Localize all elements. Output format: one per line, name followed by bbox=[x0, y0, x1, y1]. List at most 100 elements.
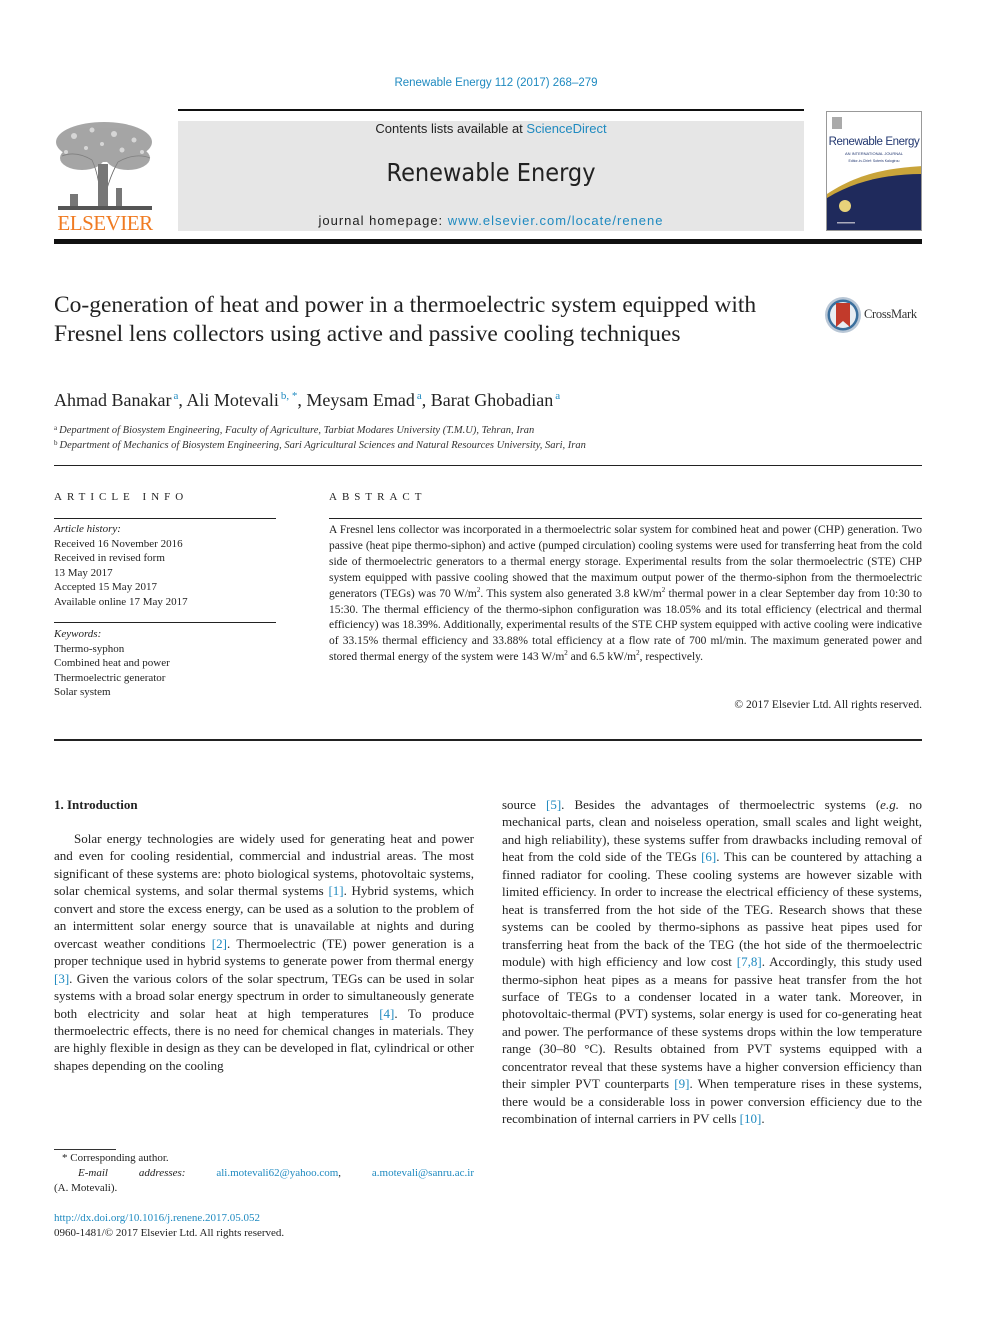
journal-title: Renewable Energy bbox=[386, 158, 596, 187]
article-info-heading: ARTICLE INFO bbox=[54, 491, 189, 503]
cover-subtitle: AN INTERNATIONAL JOURNAL bbox=[844, 151, 903, 156]
citation-link[interactable]: [3] bbox=[54, 971, 69, 986]
abstract-text: and 6.5 kW/m bbox=[567, 651, 637, 664]
crossmark-label: CrossMark bbox=[864, 307, 917, 321]
keyword: Thermoelectric generator bbox=[54, 671, 166, 684]
author-separator: , bbox=[421, 390, 431, 410]
journal-masthead: Contents lists available at ScienceDirec… bbox=[178, 121, 804, 231]
body-text: . Accordingly, this study used thermo-si… bbox=[502, 954, 923, 1092]
citation-link[interactable]: [7,8] bbox=[737, 954, 762, 969]
doi-block: http://dx.doi.org/10.1016/j.renene.2017.… bbox=[54, 1211, 284, 1241]
crossmark-button[interactable]: CrossMark bbox=[824, 296, 924, 334]
crossmark-icon bbox=[825, 297, 861, 333]
doi-link[interactable]: http://dx.doi.org/10.1016/j.renene.2017.… bbox=[54, 1211, 284, 1226]
body-text: e.g. bbox=[880, 797, 899, 812]
contents-line: Contents lists available at ScienceDirec… bbox=[178, 121, 804, 136]
author-affiliation-marker[interactable]: b, * bbox=[281, 390, 298, 402]
body-text: . This can be countered by attaching a f… bbox=[502, 849, 923, 970]
keyword: Combined heat and power bbox=[54, 657, 170, 669]
author-name: Ahmad Banakar bbox=[54, 390, 172, 410]
author-name: Ali Motevali bbox=[186, 390, 279, 410]
abstract-body: A Fresnel lens collector was incorporate… bbox=[329, 523, 922, 666]
email-owner: (A. Motevali). bbox=[54, 1182, 118, 1194]
citation-link[interactable]: [5] bbox=[546, 797, 561, 812]
abstract-text: . This system also generated 3.8 kW/m bbox=[480, 587, 662, 600]
elsevier-logo[interactable]: ELSEVIER bbox=[52, 118, 158, 236]
abstract-text: , respectively. bbox=[639, 651, 704, 664]
homepage-line: journal homepage: www.elsevier.com/locat… bbox=[178, 213, 804, 228]
email-label: addresses: bbox=[138, 1167, 186, 1179]
author[interactable]: Ahmad Banakar a bbox=[54, 390, 178, 410]
sciencedirect-link[interactable]: ScienceDirect bbox=[526, 121, 606, 136]
footnote: * Corresponding author. E-mail addresses… bbox=[54, 1151, 474, 1196]
header-bottom-rule bbox=[54, 239, 922, 244]
article-info-rule bbox=[54, 518, 276, 519]
cover-title: Renewable Energy bbox=[828, 136, 920, 148]
section-divider bbox=[54, 465, 922, 466]
citation-link[interactable]: [4] bbox=[379, 1006, 394, 1021]
keywords-list: Keywords: Thermo-syphon Combined heat an… bbox=[54, 627, 170, 700]
history-item: Received in revised form bbox=[54, 552, 165, 564]
article-history-label: Article history: bbox=[54, 523, 121, 535]
email-link[interactable]: ali.motevali62@yahoo.com bbox=[216, 1167, 338, 1179]
affiliation-marker: b bbox=[54, 439, 58, 447]
author[interactable]: Barat Ghobadian a bbox=[431, 390, 560, 410]
affiliation-b: b Department of Mechanics of Biosystem En… bbox=[54, 439, 586, 451]
email-separator: , bbox=[338, 1167, 342, 1179]
footnote-rule bbox=[54, 1149, 116, 1150]
citation-link[interactable]: [10] bbox=[740, 1111, 762, 1126]
author-list: Ahmad Banakar a, Ali Motevali b, *, Meysam… bbox=[54, 390, 560, 411]
contents-prefix: Contents lists available at bbox=[375, 121, 527, 136]
email-1: ali.motevali62@yahoo.com, bbox=[216, 1166, 341, 1181]
history-item: Available online 17 May 2017 bbox=[54, 595, 188, 608]
cover-editor: Editor-in-Chief: Soteris Kalogirou bbox=[848, 159, 900, 163]
elsevier-tree-icon bbox=[56, 122, 152, 211]
author-name: Meysam Emad bbox=[306, 390, 415, 410]
issn-copyright: 0960-1481/© 2017 Elsevier Ltd. All right… bbox=[54, 1227, 285, 1239]
citation-link[interactable]: [9] bbox=[674, 1076, 689, 1091]
affiliation-marker: a bbox=[54, 424, 58, 432]
paragraph: source [5]. Besides the advantages of th… bbox=[502, 796, 922, 1128]
keyword: Solar system bbox=[54, 686, 111, 698]
author[interactable]: Meysam Emad a bbox=[306, 390, 421, 410]
abstract-heading: ABSTRACT bbox=[329, 491, 427, 503]
citation-link[interactable]: [1] bbox=[328, 883, 343, 898]
email-label: E-mail bbox=[78, 1167, 108, 1179]
body-text: . Besides the advantages of thermoelectr… bbox=[561, 797, 881, 812]
author-affiliation-marker[interactable]: a bbox=[555, 390, 560, 402]
keywords-label: Keywords: bbox=[54, 628, 102, 640]
keyword: Thermo-syphon bbox=[54, 642, 125, 655]
history-item: Received 16 November 2016 bbox=[54, 537, 183, 550]
body-column-right: source [5]. Besides the advantages of th… bbox=[502, 796, 922, 1128]
cover-wave-graphic bbox=[827, 166, 921, 230]
section-heading-introduction: 1. Introduction bbox=[54, 797, 138, 812]
body-divider bbox=[54, 739, 922, 741]
email-row: E-mail addresses: ali.motevali62@yahoo.c… bbox=[54, 1166, 474, 1181]
affiliation-text: Department of Mechanics of Biosystem Eng… bbox=[59, 440, 586, 451]
homepage-link[interactable]: www.elsevier.com/locate/renene bbox=[448, 213, 664, 228]
author[interactable]: Ali Motevali b, * bbox=[186, 390, 297, 410]
affiliation-text: Department of Biosystem Engineering, Fac… bbox=[59, 425, 535, 436]
abstract-copyright: © 2017 Elsevier Ltd. All rights reserved… bbox=[734, 699, 922, 711]
history-item: Accepted 15 May 2017 bbox=[54, 581, 157, 593]
email-link[interactable]: a.motevali@sanru.ac.ir bbox=[372, 1166, 474, 1181]
corresponding-author-note: * Corresponding author. bbox=[62, 1152, 169, 1164]
article-history: Article history: Received 16 November 20… bbox=[54, 522, 188, 609]
cover-publisher-logo bbox=[832, 117, 842, 129]
elsevier-wordmark: ELSEVIER bbox=[57, 211, 153, 235]
body-text: source bbox=[502, 797, 546, 812]
citation-link[interactable]: [6] bbox=[701, 849, 716, 864]
journal-reference-link[interactable]: Renewable Energy 112 (2017) 268–279 bbox=[0, 77, 992, 89]
author-name: Barat Ghobadian bbox=[430, 390, 554, 410]
homepage-prefix: journal homepage: bbox=[318, 213, 448, 228]
paragraph: Solar energy technologies are widely use… bbox=[54, 830, 474, 1074]
citation-link[interactable]: [2] bbox=[212, 936, 227, 951]
abstract-rule bbox=[329, 518, 922, 519]
body-column-left: Solar energy technologies are widely use… bbox=[54, 830, 474, 1074]
header-top-rule bbox=[178, 109, 804, 111]
journal-cover-thumbnail[interactable]: Renewable Energy AN INTERNATIONAL JOURNA… bbox=[826, 111, 922, 231]
keywords-rule bbox=[54, 622, 276, 623]
body-text: . bbox=[761, 1111, 765, 1127]
article-title: Co-generation of heat and power in a the… bbox=[54, 292, 757, 347]
history-item: 13 May 2017 bbox=[54, 566, 113, 579]
